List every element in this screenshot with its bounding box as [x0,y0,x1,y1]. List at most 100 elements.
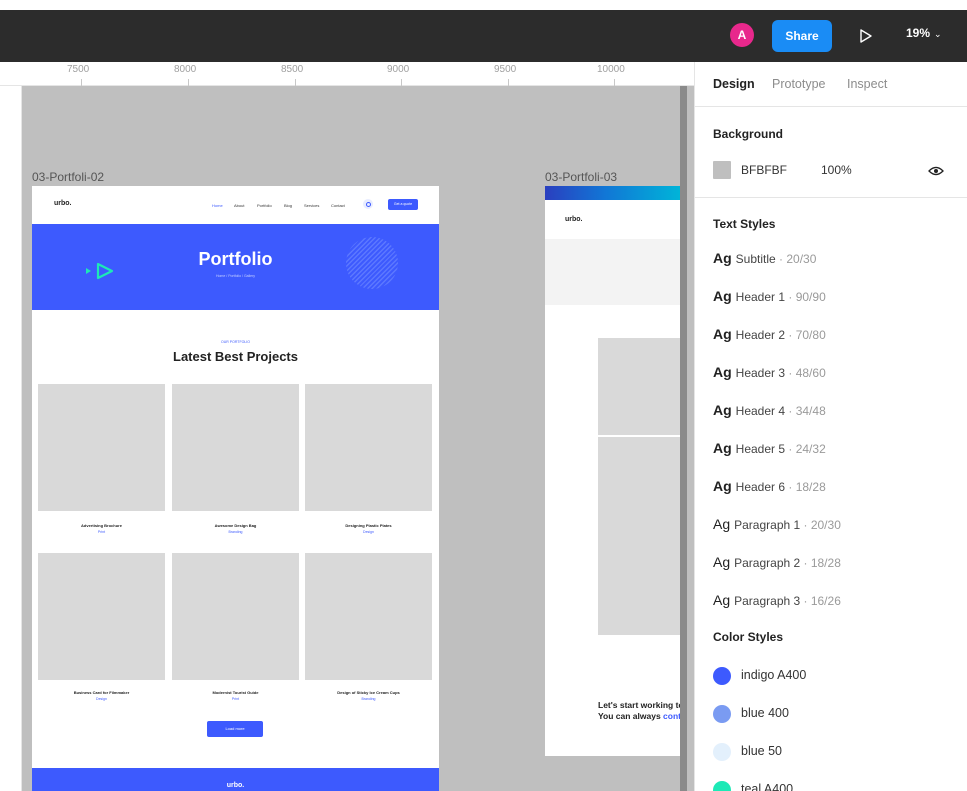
cta-prefix: You can always [598,711,664,721]
text-style-icon: Ag [713,326,732,342]
frame-portfolio-03[interactable]: urbo. Let's start working to You can alw… [545,186,680,756]
share-button[interactable]: Share [772,20,832,52]
project-image-placeholder [305,384,432,511]
text-style-name: Header 5 [735,442,786,456]
color-style-item[interactable]: blue 50 [713,740,963,762]
ruler-tick [295,79,296,86]
text-style-icon: Ag [713,478,732,494]
text-styles-title: Text Styles [713,217,776,231]
color-style-name: indigo A400 [741,668,807,682]
nav-item-about: About [234,203,245,208]
project-title: Advertising Brochure [81,523,122,528]
text-style-meta: · 48/60 [785,366,826,380]
nav-item-contact: Contact [331,203,345,208]
text-style-name: Header 1 [735,290,786,304]
text-style-item[interactable]: Ag Header 2 · 70/80 [713,326,963,348]
design-canvas[interactable]: 7500 8000 8500 9000 9500 10000 03-Portfo… [0,62,694,791]
image-placeholder [598,338,680,435]
background-color-swatch[interactable] [713,161,731,179]
text-style-meta: · 24/32 [785,442,826,456]
user-avatar[interactable]: A [730,23,754,47]
project-title: Awesome Design Bag [214,523,257,528]
text-style-item[interactable]: Ag Header 3 · 48/60 [713,364,963,386]
zoom-menu[interactable]: 19% ⌄ [906,26,942,40]
ruler-label: 8500 [281,64,304,75]
nav-item-blog: Blog [284,203,293,208]
text-style-name: Header 2 [735,328,786,342]
background-hex-value[interactable]: BFBFBF [741,163,787,177]
text-style-meta: · 20/30 [775,252,817,266]
text-style-name: Paragraph 1 [734,518,801,532]
eye-icon[interactable] [928,164,944,176]
project-category: Branding [228,530,243,534]
hero-band [545,239,680,305]
text-style-icon: Ag [713,364,732,380]
footer-bar: urbo. [32,768,439,791]
text-style-meta: · 70/80 [785,328,826,342]
ruler-tick [401,79,402,86]
color-swatch [713,781,731,791]
text-style-icon: Ag [713,288,732,304]
cta-link: conta [663,711,680,721]
text-style-icon: Ag [713,402,732,418]
ruler-tick [508,79,509,86]
text-style-name: Header 4 [735,404,786,418]
frame-label[interactable]: 03-Portfoli-02 [32,170,104,184]
tab-prototype[interactable]: Prototype [772,77,826,91]
text-style-item[interactable]: Ag Paragraph 3 · 16/26 [713,592,963,614]
project-category: Branding [361,697,376,701]
color-style-item[interactable]: blue 400 [713,702,963,724]
frame-label[interactable]: 03-Portfoli-03 [545,170,617,184]
text-style-item[interactable]: Ag Header 6 · 18/28 [713,478,963,500]
text-style-meta: · 18/28 [800,556,841,570]
text-style-item[interactable]: Ag Header 4 · 34/48 [713,402,963,424]
text-style-item[interactable]: Ag Paragraph 1 · 20/30 [713,516,963,538]
canvas-scrollbar[interactable] [680,86,687,791]
tab-inspect[interactable]: Inspect [847,77,887,91]
color-style-item[interactable]: teal A400 [713,778,963,791]
cta-line: You can always conta [598,711,680,722]
color-style-name: blue 400 [741,706,789,720]
text-style-item[interactable]: Ag Paragraph 2 · 18/28 [713,554,963,576]
color-style-item[interactable]: indigo A400 [713,664,963,686]
divider [695,106,967,107]
text-style-icon: Ag [713,250,732,266]
image-placeholder [598,437,680,635]
color-swatch [713,743,731,761]
nav-item-portfolio: Portfolio [257,203,272,208]
properties-panel: Design Prototype Inspect Background BFBF… [694,62,967,791]
text-style-item[interactable]: Ag Header 5 · 24/32 [713,440,963,462]
text-style-icon: Ag [713,516,731,532]
project-image-placeholder [38,384,165,511]
color-style-name: teal A400 [741,782,794,791]
background-section-title: Background [713,127,784,141]
horizontal-ruler: 7500 8000 8500 9000 9500 10000 [0,62,694,86]
vertical-ruler [0,86,22,791]
text-style-item[interactable]: Ag Header 1 · 90/90 [713,288,963,310]
color-style-name: blue 50 [741,744,783,758]
ruler-tick [188,79,189,86]
project-title: Business Card for Filmmaker [73,690,130,695]
color-swatch [713,667,731,685]
project-title: Modernist Tourist Guide [212,690,259,695]
project-image-placeholder [172,384,299,511]
section-eyebrow: OUR PORTFOLIO [221,340,250,344]
toolbar-top-strip [0,0,967,10]
footer-logo: urbo. [226,782,245,789]
background-opacity-value[interactable]: 100% [821,163,852,177]
search-icon [363,199,373,209]
text-style-item[interactable]: Ag Subtitle · 20/30 [713,250,963,272]
text-style-icon: Ag [713,592,731,608]
ruler-label: 8000 [174,64,197,75]
present-play-icon[interactable] [856,24,876,48]
ruler-label: 7500 [67,64,90,75]
ruler-label: 9500 [494,64,517,75]
ruler-label: 9000 [387,64,410,75]
project-category: Print [231,697,240,701]
tab-design[interactable]: Design [713,77,755,91]
project-category: Design [96,697,107,701]
color-styles-title: Color Styles [713,630,784,644]
text-style-name: Subtitle [735,252,776,266]
ruler-label: 10000 [597,64,625,75]
frame-portfolio-02[interactable]: urbo. Home About Portfolio Blog Services… [32,186,439,791]
